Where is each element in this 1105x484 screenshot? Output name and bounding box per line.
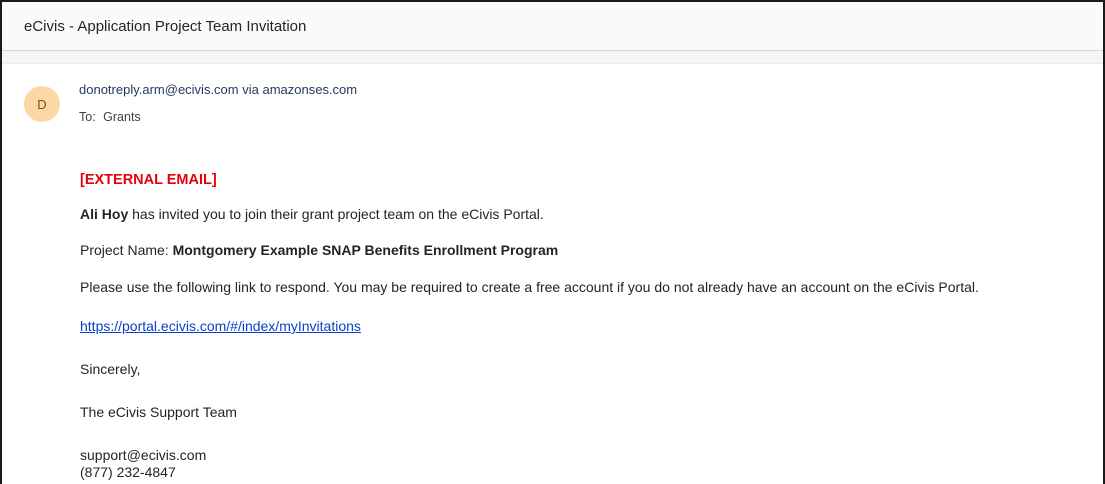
header-divider <box>2 51 1103 64</box>
project-line: Project Name: Montgomery Example SNAP Be… <box>80 242 558 258</box>
invite-sentence: Ali Hoy has invited you to join their gr… <box>80 206 544 222</box>
project-name: Montgomery Example SNAP Benefits Enrollm… <box>172 242 559 258</box>
external-email-tag: [EXTERNAL EMAIL] <box>80 172 217 188</box>
support-phone: (877) 232-4847 <box>80 464 176 480</box>
subject-bar: eCivis - Application Project Team Invita… <box>2 2 1103 51</box>
inviter-name: Ali Hoy <box>80 206 129 222</box>
project-label: Project Name: <box>80 242 173 258</box>
recipient-line: To: Grants <box>79 110 141 124</box>
signature-text: The eCivis Support Team <box>80 404 237 420</box>
invitation-link[interactable]: https://portal.ecivis.com/#/index/myInvi… <box>80 318 361 334</box>
email-subject: eCivis - Application Project Team Invita… <box>24 17 307 35</box>
support-email[interactable]: support@ecivis.com <box>80 447 206 463</box>
invitation-link-anchor[interactable]: https://portal.ecivis.com/#/index/myInvi… <box>80 318 361 334</box>
email-window: eCivis - Application Project Team Invita… <box>0 0 1105 484</box>
message-header: D donotreply.arm@ecivis.com via amazonse… <box>2 64 1103 156</box>
to-label: To: <box>79 110 96 124</box>
instruction-text: Please use the following link to respond… <box>80 279 979 295</box>
avatar[interactable]: D <box>24 86 60 122</box>
sender-address[interactable]: donotreply.arm@ecivis.com via amazonses.… <box>79 82 357 97</box>
closing-text: Sincerely, <box>80 361 141 377</box>
recipient-name[interactable]: Grants <box>103 110 141 124</box>
invite-text: has invited you to join their grant proj… <box>128 206 544 222</box>
